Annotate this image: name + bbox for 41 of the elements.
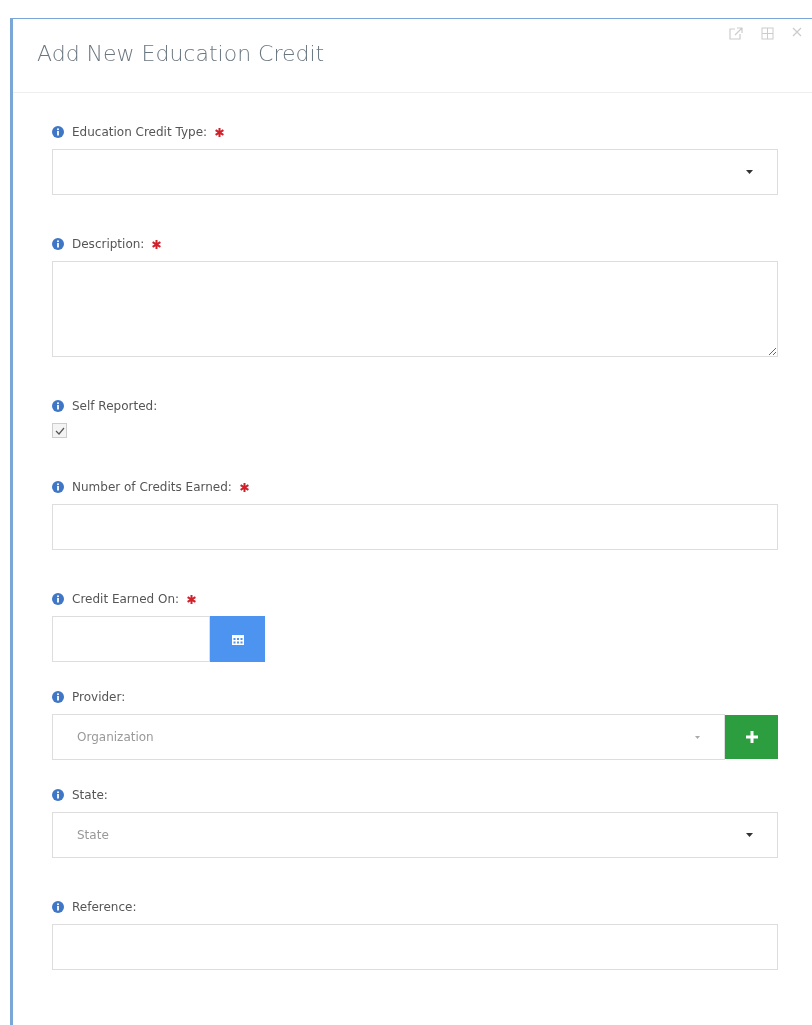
popout-icon[interactable] [729, 27, 743, 40]
field-label: Reference: [72, 899, 137, 916]
info-icon [52, 400, 64, 412]
field-label: Number of Credits Earned: [72, 479, 232, 496]
calendar-button[interactable] [210, 616, 265, 662]
field-label: Education Credit Type: [72, 124, 208, 141]
field-label: State: [72, 787, 108, 804]
field-label: Self Reported: [72, 398, 158, 415]
caret-icon [746, 833, 753, 837]
calendar-icon [231, 633, 244, 645]
field-label: Description: [72, 236, 145, 253]
maximize-icon[interactable] [761, 27, 774, 40]
info-icon [52, 901, 64, 913]
plus-icon [745, 731, 758, 743]
date-field[interactable] [52, 616, 210, 662]
required-icon [152, 239, 162, 249]
select-field[interactable] [52, 149, 778, 195]
field-label: Credit Earned On: [72, 591, 180, 608]
caret-icon [695, 735, 700, 739]
info-icon [52, 481, 64, 493]
close-icon[interactable] [792, 27, 802, 37]
dialog-title: Add New Education Credit [37, 41, 325, 66]
required-icon [215, 127, 225, 137]
input-field[interactable] [52, 924, 778, 970]
select-field[interactable]: Organization [52, 714, 725, 760]
input-field[interactable] [52, 504, 778, 550]
info-icon [52, 789, 64, 801]
select-field[interactable]: State [52, 812, 778, 858]
add-button[interactable] [725, 715, 778, 759]
required-icon [187, 594, 197, 604]
field-label: Provider: [72, 689, 126, 706]
caret-icon [746, 170, 753, 174]
placeholder-text: Organization [77, 729, 154, 746]
required-icon [239, 482, 249, 492]
description-field[interactable] [52, 261, 778, 357]
info-icon [52, 126, 64, 138]
info-icon [52, 691, 64, 703]
info-icon [52, 238, 64, 250]
placeholder-text: State [77, 827, 109, 844]
checkbox[interactable] [52, 423, 67, 438]
info-icon [52, 593, 64, 605]
